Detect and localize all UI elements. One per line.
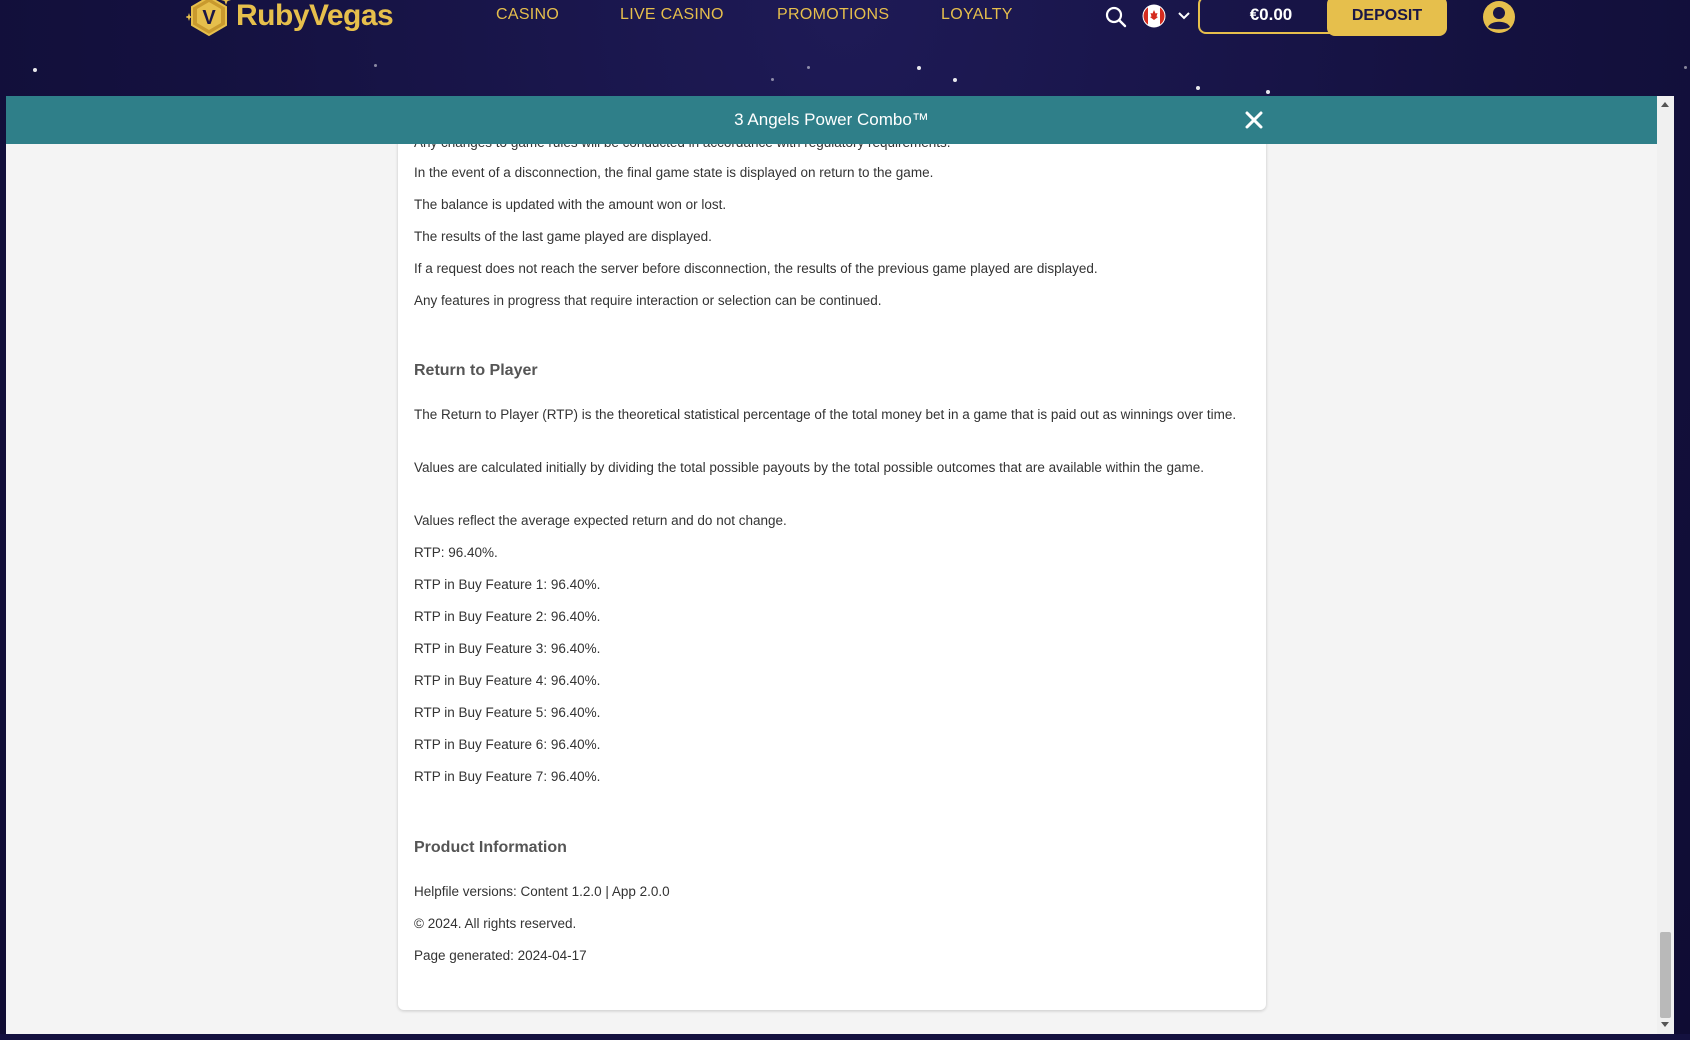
modal-title: 3 Angels Power Combo™	[734, 110, 929, 129]
rtp-buy-feature: RTP in Buy Feature 3: 96.40%.	[414, 641, 601, 656]
star-decoration	[374, 64, 377, 67]
deposit-button[interactable]: DEPOSIT	[1327, 0, 1447, 36]
balance-button[interactable]: €0.00	[1198, 0, 1344, 34]
close-icon[interactable]	[1242, 108, 1266, 132]
product-info-paragraph: © 2024. All rights reserved.	[414, 916, 577, 931]
search-icon[interactable]	[1104, 5, 1128, 29]
product-info-heading: Product Information	[414, 839, 567, 856]
nav-item-live-casino[interactable]: LIVE CASINO	[620, 6, 724, 24]
product-info-paragraph: Page generated: 2024-04-17	[414, 948, 587, 963]
scroll-down-arrow-icon[interactable]	[1661, 1022, 1669, 1027]
star-decoration	[953, 78, 957, 82]
rtp-buy-feature: RTP in Buy Feature 6: 96.40%.	[414, 737, 601, 752]
star-decoration	[917, 66, 921, 70]
rtp-paragraph: Values are calculated initially by divid…	[414, 460, 1204, 475]
star-decoration	[771, 78, 774, 81]
disconnection-paragraph: Any features in progress that require in…	[414, 293, 882, 308]
scroll-up-arrow-icon[interactable]	[1661, 102, 1669, 107]
canada-flag-icon[interactable]	[1142, 4, 1166, 28]
star-decoration	[1684, 66, 1687, 69]
help-content-panel[interactable]: Any changes to game rules will be conduc…	[398, 130, 1266, 1010]
rtp-buy-feature: RTP in Buy Feature 1: 96.40%.	[414, 577, 601, 592]
disconnection-paragraph: In the event of a disconnection, the fin…	[414, 165, 934, 180]
rtp-paragraph: Values reflect the average expected retu…	[414, 513, 787, 528]
rtp-buy-feature: RTP in Buy Feature 7: 96.40%.	[414, 769, 601, 784]
nav-item-promotions[interactable]: PROMOTIONS	[777, 6, 889, 24]
modal-title-bar: 3 Angels Power Combo™	[6, 96, 1657, 144]
disconnection-paragraph: The results of the last game played are …	[414, 229, 712, 244]
star-decoration	[1196, 86, 1200, 90]
star-decoration	[807, 66, 810, 69]
disconnection-paragraph: The balance is updated with the amount w…	[414, 197, 727, 212]
brand-logo[interactable]: V RubyVegas	[186, 0, 394, 40]
rtp-heading: Return to Player	[414, 362, 538, 379]
disconnection-paragraph: If a request does not reach the server b…	[414, 261, 1098, 276]
rtp-value: RTP: 96.40%.	[414, 545, 498, 560]
scrollbar-thumb[interactable]	[1660, 932, 1671, 1018]
page-bottom-strip	[0, 1034, 1690, 1040]
star-decoration	[33, 68, 37, 72]
modal-scrollbar[interactable]	[1657, 96, 1674, 1034]
site-header: V RubyVegas CASINO LIVE CASINO PROMOTION…	[0, 0, 1690, 40]
star-decoration	[1266, 90, 1270, 94]
svg-text:V: V	[202, 7, 216, 29]
rtp-buy-feature: RTP in Buy Feature 2: 96.40%.	[414, 609, 601, 624]
logo-gem-icon: V	[186, 0, 231, 37]
product-info-paragraph: Helpfile versions: Content 1.2.0 | App 2…	[414, 884, 670, 899]
rtp-paragraph: The Return to Player (RTP) is the theore…	[414, 407, 1237, 422]
rtp-buy-feature: RTP in Buy Feature 4: 96.40%.	[414, 673, 601, 688]
rtp-buy-feature: RTP in Buy Feature 5: 96.40%.	[414, 705, 601, 720]
nav-item-casino[interactable]: CASINO	[496, 6, 559, 24]
chevron-down-icon[interactable]	[1176, 8, 1192, 24]
user-account-icon[interactable]	[1482, 0, 1516, 34]
nav-item-loyalty[interactable]: LOYALTY	[941, 6, 1013, 24]
brand-name: RubyVegas	[236, 0, 394, 32]
